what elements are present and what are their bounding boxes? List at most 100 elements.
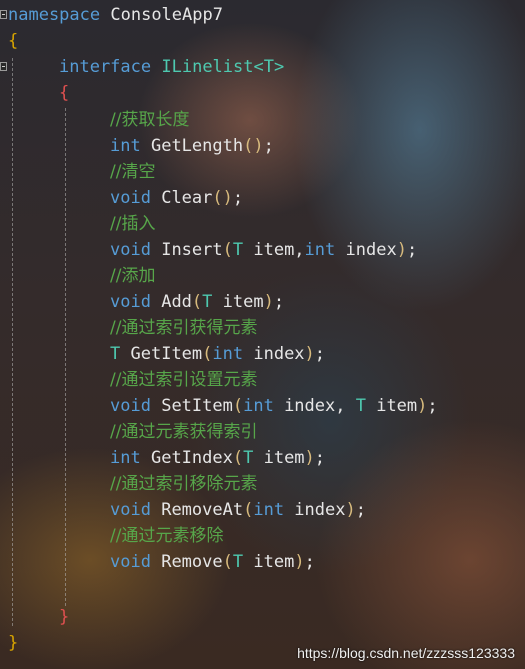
comment-line: //清空 <box>110 159 155 185</box>
method-name: Clear <box>161 188 213 208</box>
namespace-open-brace: { <box>8 31 19 51</box>
collapse-interface-icon[interactable] <box>0 62 7 71</box>
method-signature-line: int GetIndex(T item); <box>110 445 325 471</box>
comment-text: //插入 <box>110 214 156 234</box>
interface-close-brace: } <box>59 607 70 627</box>
comment-text: //通过元素获得索引 <box>110 422 258 442</box>
close-paren: ) <box>253 136 264 156</box>
interface-keyword: interface <box>59 57 152 77</box>
namespace-line: namespace ConsoleApp7 <box>8 2 223 28</box>
method-params: int index <box>212 344 304 364</box>
param-text: index <box>284 500 346 520</box>
method-params: T item <box>202 292 263 312</box>
method-params: int index, T item <box>243 396 417 416</box>
method-signature-line: void Remove(T item); <box>110 549 315 575</box>
return-type: void <box>110 292 151 312</box>
method-params: T item <box>233 552 294 572</box>
comment-line: //通过索引获得元素 <box>110 315 257 341</box>
close-paren: ) <box>263 292 274 312</box>
return-type: int <box>110 448 141 468</box>
method-signature-line: void Clear(); <box>110 185 243 211</box>
param-type-keyword: int <box>243 396 274 416</box>
close-paren: ) <box>294 552 305 572</box>
close-paren: ) <box>345 500 356 520</box>
open-paren: ( <box>191 292 203 312</box>
method-name: Add <box>161 292 192 312</box>
param-type-generic: T <box>355 396 366 416</box>
comment-line: //通过元素移除 <box>110 523 223 549</box>
open-paren: ( <box>202 344 213 364</box>
semicolon: ; <box>304 552 315 572</box>
close-paren: ) <box>396 240 407 260</box>
param-type-keyword: int <box>304 240 336 260</box>
open-paren: ( <box>222 240 233 260</box>
param-type-generic: T <box>202 292 213 312</box>
return-type: void <box>110 240 151 260</box>
semicolon: ; <box>273 292 285 312</box>
semicolon: ; <box>314 448 326 468</box>
method-name: Remove <box>161 552 223 572</box>
param-type-generic: T <box>243 448 254 468</box>
interface-open-brace: { <box>59 83 70 103</box>
namespace-close-brace: } <box>8 633 19 653</box>
semicolon: ; <box>355 500 366 520</box>
semicolon: ; <box>427 396 438 416</box>
indent-guide-interface <box>65 108 66 606</box>
namespace-open-brace-line: { <box>8 28 18 54</box>
method-params: T item,int index <box>233 240 397 260</box>
method-signature-line: int GetLength(); <box>110 133 274 159</box>
open-paren: ( <box>243 136 254 156</box>
code-editor[interactable]: namespace ConsoleApp7 { interface ILinel… <box>0 0 525 669</box>
comment-text: //清空 <box>110 162 156 182</box>
param-text: index, <box>273 396 356 416</box>
open-paren: ( <box>222 552 233 572</box>
semicolon: ; <box>314 344 326 364</box>
return-type: T <box>110 344 121 364</box>
csdn-watermark: https://blog.csdn.net/zzzsss123333 <box>297 645 515 661</box>
interface-line: interface ILinelist<T> <box>59 54 284 80</box>
param-type-generic: T <box>232 240 244 260</box>
param-text: item, <box>243 240 305 260</box>
return-type: void <box>110 500 151 520</box>
param-type-keyword: int <box>212 344 244 364</box>
comment-line: //添加 <box>110 263 155 289</box>
method-name: RemoveAt <box>161 500 244 520</box>
comment-line: //插入 <box>110 211 155 237</box>
comment-text: //添加 <box>110 266 156 286</box>
return-type: void <box>110 396 151 416</box>
method-signature-line: void SetItem(int index, T item); <box>110 393 438 419</box>
close-paren: ) <box>222 188 233 208</box>
param-text: item <box>212 292 264 312</box>
method-signature-line: void Insert(T item,int index); <box>110 237 417 263</box>
comment-line: //通过元素获得索引 <box>110 419 257 445</box>
open-paren: ( <box>243 500 254 520</box>
method-signature-line: void Add(T item); <box>110 289 284 315</box>
comment-text: //通过索引获得元素 <box>110 318 258 338</box>
method-name: GetIndex <box>150 448 233 468</box>
close-paren: ) <box>304 344 315 364</box>
close-paren: ) <box>417 396 428 416</box>
method-name: GetItem <box>130 344 203 364</box>
namespace-close-brace-line: } <box>8 630 18 656</box>
comment-line: //获取长度 <box>110 107 189 133</box>
open-paren: ( <box>212 188 223 208</box>
comment-line: //通过索引设置元素 <box>110 367 257 393</box>
param-text: item <box>253 448 305 468</box>
method-params: T item <box>243 448 304 468</box>
comment-text: //通过索引设置元素 <box>110 370 258 390</box>
collapse-namespace-icon[interactable] <box>0 10 7 19</box>
comment-line: //通过索引移除元素 <box>110 471 257 497</box>
interface-name: ILinelist<T> <box>161 57 285 77</box>
comment-text: //获取长度 <box>110 110 190 130</box>
close-paren: ) <box>304 448 315 468</box>
indent-guide-namespace <box>12 58 13 626</box>
open-paren: ( <box>232 396 244 416</box>
param-text: item <box>365 396 418 416</box>
param-text: item <box>243 552 295 572</box>
interface-open-brace-line: { <box>59 80 69 106</box>
semicolon: ; <box>263 136 274 156</box>
method-name: Insert <box>161 240 223 260</box>
param-type-keyword: int <box>253 500 285 520</box>
comment-text: //通过索引移除元素 <box>110 474 258 494</box>
namespace-keyword: namespace <box>8 5 101 25</box>
